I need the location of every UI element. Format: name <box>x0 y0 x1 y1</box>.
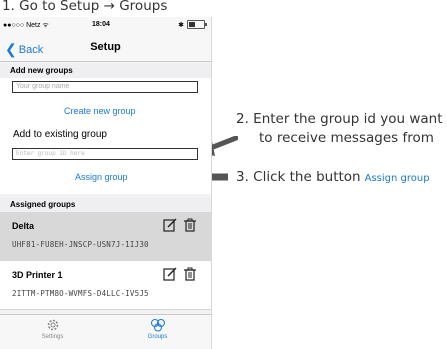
gear-icon <box>47 319 58 331</box>
instruction-step-3-link: Assign group <box>364 173 430 184</box>
navigation-bar: ❮ Back Setup <box>0 33 211 62</box>
edit-icon[interactable] <box>163 267 177 281</box>
trash-icon[interactable] <box>183 218 197 232</box>
trash-icon[interactable] <box>183 267 197 281</box>
group-id-input[interactable]: Enter group ID here <box>12 148 198 160</box>
carrier-signal: ●●○○○ Netz ᯤ <box>3 22 49 29</box>
bluetooth-icon: ✱ <box>178 21 184 29</box>
section-header-assigned: Assigned groups <box>0 198 211 212</box>
tab-settings[interactable]: Settings <box>0 318 105 340</box>
groups-icon <box>150 319 165 332</box>
group-row-delta[interactable]: Delta UHF81-FU8EH-JNSCP-USN7J-1IJ30 <box>0 212 211 261</box>
tab-groups[interactable]: Groups <box>105 318 210 340</box>
phone-screen: ●●○○○ Netz ᯤ 18:04 ✱ ❮ Back Setup Add new… <box>0 17 212 349</box>
page-title: Setup <box>90 41 121 53</box>
instruction-step-2: 2. Enter the group id you want <box>236 111 443 127</box>
battery-icon <box>187 20 207 29</box>
section-header-add-new: Add new groups <box>0 64 211 78</box>
add-existing-label: Add to existing group <box>13 129 107 140</box>
status-icons: ✱ <box>178 20 207 29</box>
tab-bar: Settings Groups <box>0 314 211 349</box>
group-id: UHF81-FU8EH-JNSCP-USN7J-1IJ30 <box>12 240 149 249</box>
tab-settings-label: Settings <box>41 334 64 340</box>
status-time: 18:04 <box>92 21 110 28</box>
group-name: Delta <box>12 221 35 231</box>
edit-icon[interactable] <box>163 218 177 232</box>
status-bar: ●●○○○ Netz ᯤ 18:04 ✱ <box>0 17 211 33</box>
instruction-step-3-text: 3. Click the button <box>236 169 361 185</box>
instruction-step-1: 1. Go to Setup → Groups <box>2 0 168 14</box>
group-name-input[interactable]: Your group name <box>12 81 198 93</box>
instruction-step-3: 3. Click the button Assign group <box>236 169 430 185</box>
instruction-step-2-continued: to receive messages from <box>259 130 434 146</box>
tab-groups-label: Groups <box>147 334 168 340</box>
add-groups-panel: Your group name Create new group Add to … <box>0 78 211 194</box>
group-name: 3D Printer 1 <box>12 270 63 280</box>
create-new-group-button[interactable]: Create new group <box>64 106 136 116</box>
assign-group-button[interactable]: Assign group <box>75 172 128 182</box>
group-id: 2ITTM-PTM8O-WVMFS-D4LLC-IV5J5 <box>12 289 149 298</box>
group-row-3d-printer[interactable]: 3D Printer 1 2ITTM-PTM8O-WVMFS-D4LLC-IV5… <box>0 261 211 310</box>
